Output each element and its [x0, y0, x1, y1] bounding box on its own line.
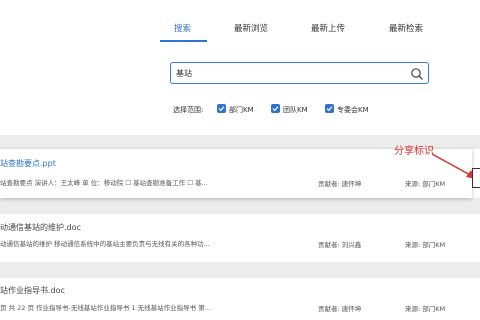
tab-bar: 搜索 最新浏览 最新上传 最新检索 [0, 0, 480, 50]
search-input[interactable]: 基站 [176, 68, 192, 79]
checkbox-dept-km-label[interactable]: 部门KM [229, 105, 254, 115]
separator [0, 262, 480, 278]
tab-recent-upload[interactable]: 最新上传 [311, 22, 345, 34]
result-title-link[interactable]: 站作业指导书.doc [0, 285, 65, 296]
share-icon[interactable] [472, 168, 480, 188]
search-box[interactable]: 基站 [170, 62, 429, 84]
checkbox-committee-km[interactable] [325, 104, 334, 113]
scope-label: 选择范围: [173, 106, 204, 114]
tab-recent-search[interactable]: 最新检索 [389, 22, 423, 34]
result-contributor: 贡献者: 刘兴鑫 [318, 241, 362, 249]
result-item[interactable]: 动通信基站的维护.doc 动通信基站的维护 移动通信系统中的基站主要负责与无线有… [0, 214, 472, 262]
result-snippet: 动通信基站的维护 移动通信系统中的基站主要负责与无线有关的各种功... [0, 240, 210, 248]
result-item[interactable]: 站作业指导书.doc 页 共 22 页 作业指导书-无线基站作业指导书 1 无线… [0, 278, 472, 320]
checkbox-team-km[interactable] [271, 104, 280, 113]
result-snippet: 页 共 22 页 作业指导书-无线基站作业指导书 1 无线基站作业指导书 第..… [0, 304, 211, 312]
search-icon[interactable] [410, 66, 424, 80]
result-snippet: 站查勘要点 演讲人：王太峰 单 位：移动院 ☐ 基站查勘准备工作 ☐ 基... [0, 179, 208, 187]
result-contributor: 贡献者: 唐怀坤 [318, 305, 362, 313]
checkbox-dept-km[interactable] [217, 104, 226, 113]
separator [0, 198, 480, 214]
result-title-link[interactable]: 站查勘要点.ppt [0, 158, 56, 169]
result-source: 来源: 部门KM [405, 305, 446, 313]
result-title-link[interactable]: 动通信基站的维护.doc [0, 222, 81, 233]
result-source: 来源: 部门KM [405, 241, 446, 249]
checkbox-team-km-label[interactable]: 团队KM [283, 105, 308, 115]
checkbox-committee-km-label[interactable]: 专委会KM [337, 105, 369, 115]
tab-search[interactable]: 搜索 [174, 22, 191, 34]
tab-recent-browse[interactable]: 最新浏览 [234, 22, 268, 34]
result-contributor: 贡献者: 唐怀坤 [318, 180, 362, 188]
share-annotation-label: 分享标识 [394, 146, 434, 157]
active-tab-indicator [160, 40, 207, 42]
